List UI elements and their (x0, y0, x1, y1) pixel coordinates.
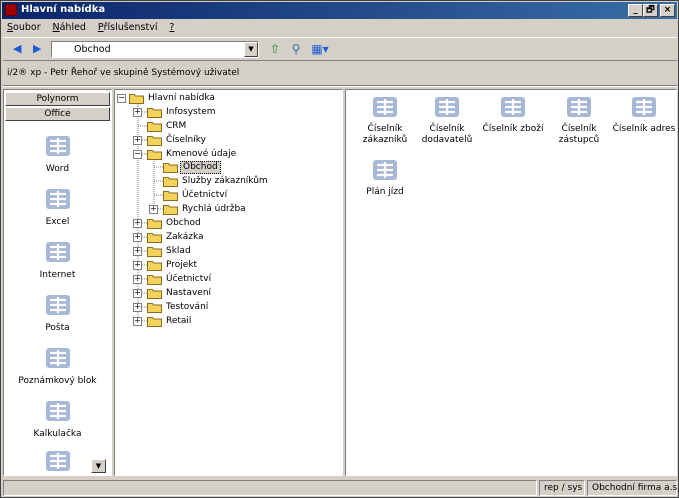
expand-icon[interactable]: + (133, 289, 142, 298)
expand-icon[interactable]: + (133, 219, 142, 228)
i2-app-icon (44, 448, 72, 474)
minimize-button[interactable]: _ (628, 4, 643, 17)
group-polynorm-button[interactable]: Polynorm (5, 92, 110, 106)
folder-icon (163, 176, 178, 187)
menu-tree: − Hlavní nabídka + Infosystem CRM + Číse… (114, 89, 343, 476)
folder-icon (163, 204, 178, 215)
chevron-down-icon[interactable]: ▼ (244, 42, 258, 57)
launcher-item-internet[interactable]: Internet (4, 239, 111, 280)
i2-app-icon (433, 94, 461, 120)
i2-app-icon (44, 186, 72, 212)
group-office-button[interactable]: Office (5, 107, 110, 121)
menu-prislusenstvi[interactable]: Příslušenství (94, 20, 163, 33)
user-info-line: i/2® xp - Petr Řehoř ve skupině Systémov… (7, 68, 240, 78)
status-company: Obchodní firma a.s. (587, 480, 679, 496)
status-user: rep / sys (539, 480, 585, 496)
item-ciselnik-zakazniku[interactable]: Číselník zákazníků (354, 94, 416, 146)
folder-icon (147, 246, 162, 257)
folder-icon (147, 218, 162, 229)
folder-icon (147, 302, 162, 313)
folder-open-icon (129, 93, 144, 104)
folder-icon (147, 288, 162, 299)
launcher-pane: Polynorm Office Word Excel Internet Pošt… (3, 89, 112, 476)
expand-icon[interactable]: + (133, 136, 142, 145)
i2-app-icon (565, 94, 593, 120)
item-ciselnik-adres[interactable]: Číselník adres (610, 94, 676, 135)
maximize-button[interactable]: 🗗 (643, 4, 658, 17)
up-folder-icon[interactable]: ⇧ (267, 42, 283, 57)
expand-icon[interactable]: + (133, 247, 142, 256)
folder-icon (147, 260, 162, 271)
expand-icon[interactable]: + (133, 261, 142, 270)
i2-app-icon (44, 239, 72, 265)
window-title: Hlavní nabídka (21, 4, 106, 15)
folder-icon (147, 316, 162, 327)
status-main (3, 480, 537, 496)
address-combobox[interactable]: Obchod ▼ (51, 41, 259, 58)
collapse-icon[interactable]: − (133, 150, 142, 159)
status-bar: rep / sys Obchodní firma a.s. (3, 478, 679, 497)
menu-help[interactable]: ? (165, 20, 179, 33)
menu-bar: Soubor Náhled Příslušenství ? (3, 20, 677, 36)
i2-app-icon (44, 133, 72, 159)
expand-icon[interactable]: + (133, 275, 142, 284)
folder-icon (147, 135, 162, 146)
launcher-item-notepad[interactable]: Poznámkový blok (4, 345, 111, 386)
launcher-item-excel[interactable]: Excel (4, 186, 111, 227)
back-arrow-icon[interactable]: ◀ (13, 43, 23, 55)
menu-soubor[interactable]: Soubor (3, 20, 46, 33)
search-icon[interactable]: ⚲ (288, 42, 304, 57)
divider (3, 85, 677, 87)
expand-icon[interactable]: + (133, 303, 142, 312)
expand-icon[interactable]: + (149, 205, 158, 214)
toolbar: ◀ ▶ Obchod ▼ ⇧ ⚲ ▦▾ (3, 37, 677, 61)
i2-app-icon (44, 292, 72, 318)
view-menu-icon[interactable]: ▦▾ (309, 42, 331, 57)
launcher-item-word[interactable]: Word (4, 133, 111, 174)
item-ciselnik-zbozi[interactable]: Číselník zboží (480, 94, 546, 135)
item-ciselnik-zastupcu[interactable]: Číselník zástupců (548, 94, 610, 146)
close-button[interactable]: × (660, 4, 675, 17)
i2-app-icon (371, 157, 399, 183)
title-bar[interactable]: Hlavní nabídka _ 🗗 × (2, 2, 677, 19)
i2-app-icon (499, 94, 527, 120)
item-ciselnik-dodavatelu[interactable]: Číselník dodavatelů (416, 94, 478, 146)
i2-app-icon (630, 94, 658, 120)
folder-icon (147, 274, 162, 285)
forward-arrow-icon[interactable]: ▶ (33, 43, 43, 55)
folder-icon (147, 107, 162, 118)
menu-nahled[interactable]: Náhled (49, 20, 91, 33)
i2-app-icon (44, 345, 72, 371)
folder-open-icon (163, 162, 178, 173)
scroll-down-button[interactable]: ▼ (91, 459, 106, 473)
folder-icon (163, 190, 178, 201)
folder-open-icon (147, 149, 162, 160)
expand-icon[interactable]: + (133, 317, 142, 326)
launcher-item-calculator[interactable]: Kalkulačka (4, 398, 111, 439)
expand-icon[interactable]: + (133, 233, 142, 242)
i2-app-icon (44, 398, 72, 424)
expand-icon[interactable]: + (133, 108, 142, 117)
folder-icon (147, 232, 162, 243)
item-plan-jizd[interactable]: Plán jízd (354, 157, 416, 198)
collapse-icon[interactable]: − (117, 94, 126, 103)
main-window: Hlavní nabídka _ 🗗 × Soubor Náhled Přísl… (0, 0, 679, 498)
i2-app-icon (371, 94, 399, 120)
content-pane: Číselník zákazníků Číselník dodavatelů Č… (345, 89, 677, 476)
address-value: Obchod (74, 44, 111, 55)
app-icon (5, 4, 17, 16)
folder-icon (147, 121, 162, 132)
launcher-item-posta[interactable]: Pošta (4, 292, 111, 333)
